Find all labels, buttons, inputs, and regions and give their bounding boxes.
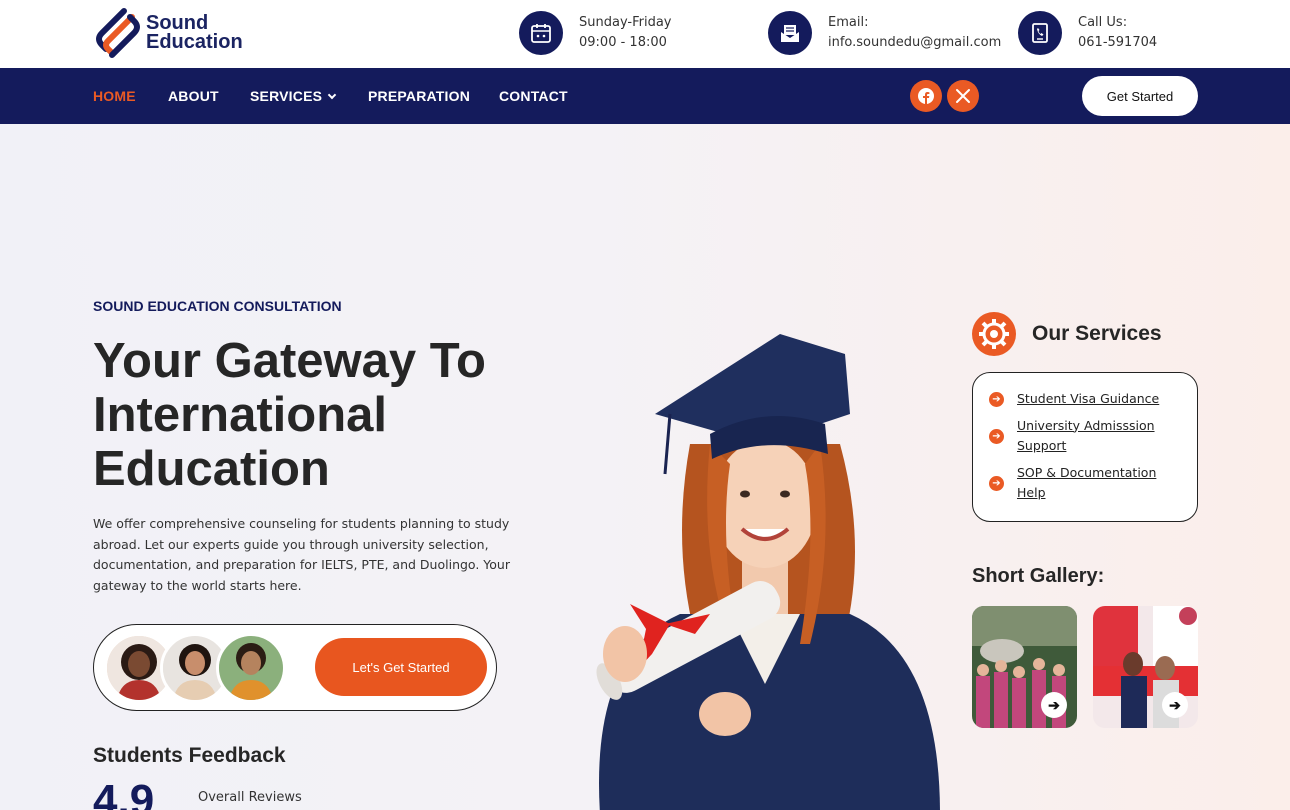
rating-value: 4.9 [93,776,155,810]
contact-email: Email: info.soundedu@gmail.com [768,10,1001,56]
arrow-right-icon: ➔ [989,391,1004,407]
graduate-student-image [560,324,960,810]
list-item[interactable]: ➔ Student Visa Guidance [989,389,1187,410]
chevron-down-icon [327,90,337,100]
arrow-right-icon[interactable]: ➔ [1162,692,1188,718]
hero-section: SOUND EDUCATION CONSULTATION Your Gatewa… [0,124,1290,810]
service-link[interactable]: University Admisssion Support [1017,416,1187,457]
contact-hours: Sunday-Friday 09:00 - 18:00 [519,10,672,56]
arrow-right-icon[interactable]: ➔ [1041,692,1067,718]
hero-description: We offer comprehensive counseling for st… [93,516,510,593]
rating-label: Overall Reviews [198,790,302,805]
phone-book-icon [1018,11,1062,55]
gear-icon [972,312,1016,356]
nav-services-label: SERVICES [250,88,323,104]
service-link[interactable]: Student Visa Guidance [1017,389,1159,410]
hours-value: 09:00 - 18:00 [579,35,667,50]
nav-contact[interactable]: CONTACT [499,88,568,104]
feedback-title: Students Feedback [93,744,286,767]
gallery-image[interactable]: ➔ [1093,606,1198,728]
site-logo[interactable]: Sound Education [94,6,254,60]
email-label: Email: [828,15,869,30]
list-item[interactable]: ➔ SOP & Documentation Help [989,463,1187,504]
nav-home[interactable]: HOME [93,88,136,104]
service-link[interactable]: SOP & Documentation Help [1017,463,1187,504]
email-value[interactable]: info.soundedu@gmail.com [828,33,1001,53]
nav-preparation[interactable]: PREPARATION [368,88,470,104]
arrow-right-icon: ➔ [989,428,1004,444]
cta-pill: Let's Get Started [93,624,497,711]
services-list: ➔ Student Visa Guidance ➔ University Adm… [972,372,1198,522]
logo-mark-icon [94,7,142,59]
services-title: Our Services [1032,322,1162,345]
nav-about[interactable]: ABOUT [168,88,219,104]
services-header: Our Services [972,312,1162,356]
main-nav: HOME ABOUT SERVICES PREPARATION CONTACT … [0,68,1290,124]
nav-services[interactable]: SERVICES [250,88,337,104]
logo-line-2: Education [146,31,243,53]
gallery-image[interactable]: ➔ [972,606,1077,728]
calendar-icon [519,11,563,55]
phone-label: Call Us: [1078,15,1128,30]
hours-label: Sunday-Friday [579,15,672,30]
logo-text: Sound Education [146,13,243,53]
lets-get-started-button[interactable]: Let's Get Started [315,638,487,696]
x-twitter-icon[interactable] [947,80,979,112]
hero-eyebrow: SOUND EDUCATION CONSULTATION [93,298,342,314]
contact-phone: Call Us: 061-591704 [1018,10,1157,56]
email-icon [768,11,812,55]
hero-title: Your Gateway To International Education [93,334,486,496]
avatar [216,633,286,703]
gallery-title: Short Gallery: [972,565,1105,587]
facebook-icon[interactable] [910,80,942,112]
top-bar: Sound Education Sunday-Friday 09:00 - 18… [0,0,1290,68]
list-item[interactable]: ➔ University Admisssion Support [989,416,1187,457]
get-started-button[interactable]: Get Started [1082,76,1198,116]
phone-value[interactable]: 061-591704 [1078,33,1157,53]
arrow-right-icon: ➔ [989,475,1004,491]
